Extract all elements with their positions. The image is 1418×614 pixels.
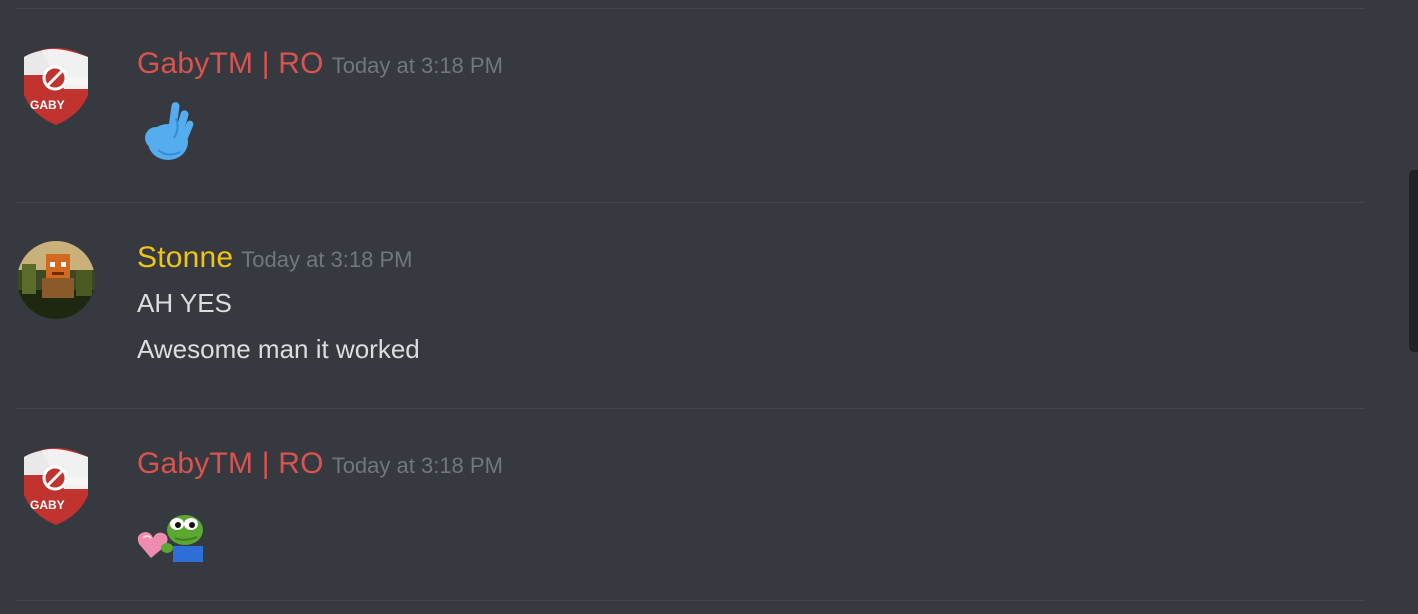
message-text: AH YES bbox=[137, 288, 232, 318]
message-divider bbox=[16, 202, 1364, 203]
message-divider bbox=[16, 408, 1364, 409]
timestamp[interactable]: Today at 3:18 PM bbox=[332, 53, 503, 78]
message-header: Stonne Today at 3:18 PM bbox=[137, 241, 413, 275]
avatar[interactable] bbox=[16, 240, 96, 320]
svg-text:GABY: GABY bbox=[30, 498, 65, 512]
chat-messages-area: GABY GabyTM | RO Today at 3:18 PM Stonne… bbox=[0, 0, 1418, 614]
avatar[interactable]: GABY bbox=[18, 45, 94, 125]
avatar[interactable]: GABY bbox=[18, 445, 94, 525]
pixel-character-avatar-icon bbox=[17, 241, 95, 319]
svg-text:GABY: GABY bbox=[30, 98, 65, 112]
username[interactable]: GabyTM | RO bbox=[137, 47, 324, 80]
message-divider bbox=[16, 8, 1364, 9]
ok-hand-emoji-icon[interactable] bbox=[140, 98, 194, 167]
gaby-shield-avatar-icon: GABY bbox=[24, 48, 88, 125]
message-header: GabyTM | RO Today at 3:18 PM bbox=[137, 447, 503, 481]
username[interactable]: GabyTM | RO bbox=[137, 447, 324, 480]
timestamp[interactable]: Today at 3:18 PM bbox=[241, 247, 412, 272]
username[interactable]: Stonne bbox=[137, 241, 233, 274]
pepe-heart-emoji-icon[interactable] bbox=[137, 512, 205, 567]
message-header: GabyTM | RO Today at 3:18 PM bbox=[137, 47, 503, 81]
message-text: Awesome man it worked bbox=[137, 334, 420, 364]
timestamp[interactable]: Today at 3:18 PM bbox=[332, 453, 503, 478]
gaby-shield-avatar-icon: GABY bbox=[24, 448, 88, 525]
scrollbar-thumb[interactable] bbox=[1409, 170, 1418, 352]
message-divider bbox=[16, 600, 1364, 601]
